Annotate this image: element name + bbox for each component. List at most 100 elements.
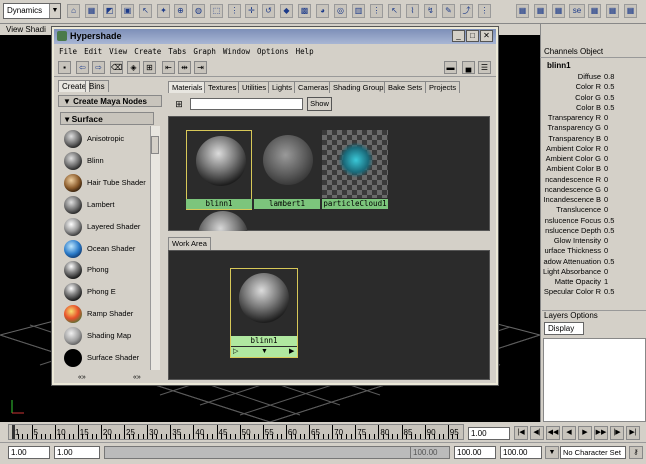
play-forwards-icon[interactable]: ▶: [578, 426, 592, 440]
step-forward-frame-icon[interactable]: ▶▶: [594, 426, 608, 440]
step-back-frame-icon[interactable]: ◀◀: [546, 426, 560, 440]
filter-input[interactable]: [190, 98, 303, 110]
menu-window[interactable]: Window: [223, 47, 250, 56]
tab-cameras[interactable]: Cameras: [294, 81, 333, 93]
character-set-field[interactable]: No Character Set: [560, 446, 626, 459]
tab-projects[interactable]: Projects: [425, 81, 461, 93]
select-icon[interactable]: ↖: [139, 4, 152, 18]
layout-bottom-icon[interactable]: ▄: [462, 61, 475, 74]
shader-item-ocean-shader[interactable]: Ocean Shader: [64, 238, 152, 260]
layers-menu[interactable]: Layers Options: [542, 310, 646, 320]
tab-lights[interactable]: Lights: [268, 81, 297, 93]
channel-row[interactable]: Glow Intensity 0: [542, 236, 646, 246]
globe-icon[interactable]: ◕: [316, 4, 329, 18]
tab-utilities[interactable]: Utilities: [238, 81, 271, 93]
separator-icon[interactable]: ⋮: [478, 4, 491, 18]
channel-value[interactable]: 1: [604, 277, 644, 287]
range-end-field[interactable]: 100.00: [454, 446, 496, 459]
pencil-icon[interactable]: ✎: [442, 4, 455, 18]
arrow-icon[interactable]: ↖: [388, 4, 401, 18]
channel-row[interactable]: adow Attenuation 0.5: [542, 256, 646, 267]
bolt-icon[interactable]: ↯: [424, 4, 437, 18]
output-port-icon[interactable]: ▶: [289, 347, 294, 357]
time-ruler[interactable]: 1 5 10 15 20 25 30 35 40 45 50 55 60 65 70 75 80 85 90 95: [8, 424, 464, 440]
current-time-marker[interactable]: [12, 425, 15, 439]
layers-list[interactable]: [543, 338, 646, 422]
channel-value[interactable]: 0.5: [604, 287, 644, 298]
input-port-icon[interactable]: ▷: [233, 347, 238, 357]
menu-help[interactable]: Help: [296, 47, 314, 56]
menu-view[interactable]: View: [109, 47, 127, 56]
graph-network-icon[interactable]: ⊞: [143, 61, 156, 74]
input-connections-icon[interactable]: ⇤: [162, 61, 175, 74]
work-area-pane[interactable]: [168, 250, 490, 380]
channel-value[interactable]: 0: [604, 143, 644, 154]
channel-row[interactable]: Color R 0.5: [542, 82, 646, 93]
channel-row[interactable]: Light Absorbance 0: [542, 266, 646, 277]
channel-value[interactable]: 0: [604, 123, 644, 134]
layout-split-icon[interactable]: ☰: [478, 61, 491, 74]
render-icon[interactable]: ◩: [103, 4, 116, 18]
tab-work-area[interactable]: Work Area: [168, 237, 211, 250]
channel-value[interactable]: 0: [604, 184, 644, 195]
channel-value[interactable]: 0: [604, 195, 644, 205]
graph-icon[interactable]: ▪: [58, 61, 71, 74]
scrollbar-thumb[interactable]: [151, 136, 159, 154]
box-icon[interactable]: ⬚: [210, 4, 223, 18]
channel-row[interactable]: Transparency B0: [542, 133, 646, 144]
material-swatch-partial[interactable]: [198, 211, 248, 231]
material-swatch-blinn1[interactable]: [186, 130, 252, 210]
channel-value[interactable]: 0.5: [604, 102, 644, 113]
move-icon[interactable]: ⊕: [174, 4, 187, 18]
mode-dropdown[interactable]: Dynamics ▼: [3, 3, 61, 19]
tab-shading-groups[interactable]: Shading Groups: [329, 81, 392, 93]
input-output-icon[interactable]: ⇹: [178, 61, 191, 74]
grid-icon[interactable]: ▣: [121, 4, 134, 18]
channel-row[interactable]: ncandescence R0: [542, 174, 646, 185]
shader-item-surface-shader[interactable]: Surface Shader: [64, 347, 152, 369]
channel-row[interactable]: nslucence Focus 0.5: [542, 215, 646, 226]
menu-options[interactable]: Options: [257, 47, 289, 56]
channel-value[interactable]: 0: [604, 154, 644, 164]
table-icon[interactable]: ▦: [552, 4, 565, 18]
output-connections-icon[interactable]: ⇥: [194, 61, 207, 74]
panel-layout-icon[interactable]: ▦: [588, 4, 601, 18]
channel-value[interactable]: 0.5: [604, 225, 644, 236]
channel-value[interactable]: 0: [604, 236, 644, 246]
minimize-icon[interactable]: _: [452, 30, 465, 42]
pattern-icon[interactable]: ▩: [298, 4, 311, 18]
range-slider[interactable]: [104, 446, 450, 459]
channel-row[interactable]: urface Thickness 0: [542, 246, 646, 257]
graph-materials-icon[interactable]: ◈: [127, 61, 140, 74]
menu-tabs[interactable]: Tabs: [168, 47, 186, 56]
material-swatch-particlecloud1[interactable]: [322, 130, 388, 198]
show-button[interactable]: Show: [307, 97, 332, 111]
channel-value[interactable]: 0.5: [604, 256, 644, 267]
channel-row[interactable]: Translucence 0: [542, 205, 646, 216]
channel-row[interactable]: Ambient Color G0: [542, 154, 646, 164]
key-icon[interactable]: ⚷: [629, 446, 643, 459]
sphere-icon[interactable]: ◍: [192, 4, 205, 18]
material-swatch-lambert1[interactable]: [254, 130, 320, 196]
channel-row[interactable]: Matte Opacity 1: [542, 277, 646, 287]
shader-item-anisotropic[interactable]: Anisotropic: [64, 128, 152, 150]
step-back-key-icon[interactable]: ◀|: [530, 426, 544, 440]
channel-row[interactable]: Diffuse 0.8: [542, 72, 646, 82]
current-frame-field[interactable]: 1.00: [468, 427, 510, 440]
magic-icon[interactable]: ✦: [157, 4, 170, 18]
go-to-start-icon[interactable]: |◀: [514, 426, 528, 440]
tab-materials[interactable]: Materials: [168, 81, 207, 93]
channel-value[interactable]: 0: [604, 205, 644, 216]
channel-row[interactable]: Transparency G0: [542, 123, 646, 134]
separator-icon[interactable]: ⋮: [370, 4, 383, 18]
eraser-icon[interactable]: ⌫: [110, 61, 123, 74]
layout-top-icon[interactable]: ▬: [444, 61, 457, 74]
expand-left-icon[interactable]: «»: [78, 373, 86, 383]
arrow-left-icon[interactable]: ⇦: [76, 61, 89, 74]
channel-row[interactable]: Transparency R0: [542, 113, 646, 123]
spreadsheet-icon[interactable]: ▥: [352, 4, 365, 18]
chevron-down-icon[interactable]: ▼: [49, 4, 60, 18]
shader-item-lambert[interactable]: Lambert: [64, 194, 152, 216]
go-to-end-icon[interactable]: ▶|: [626, 426, 640, 440]
channel-value[interactable]: 0: [604, 174, 644, 185]
